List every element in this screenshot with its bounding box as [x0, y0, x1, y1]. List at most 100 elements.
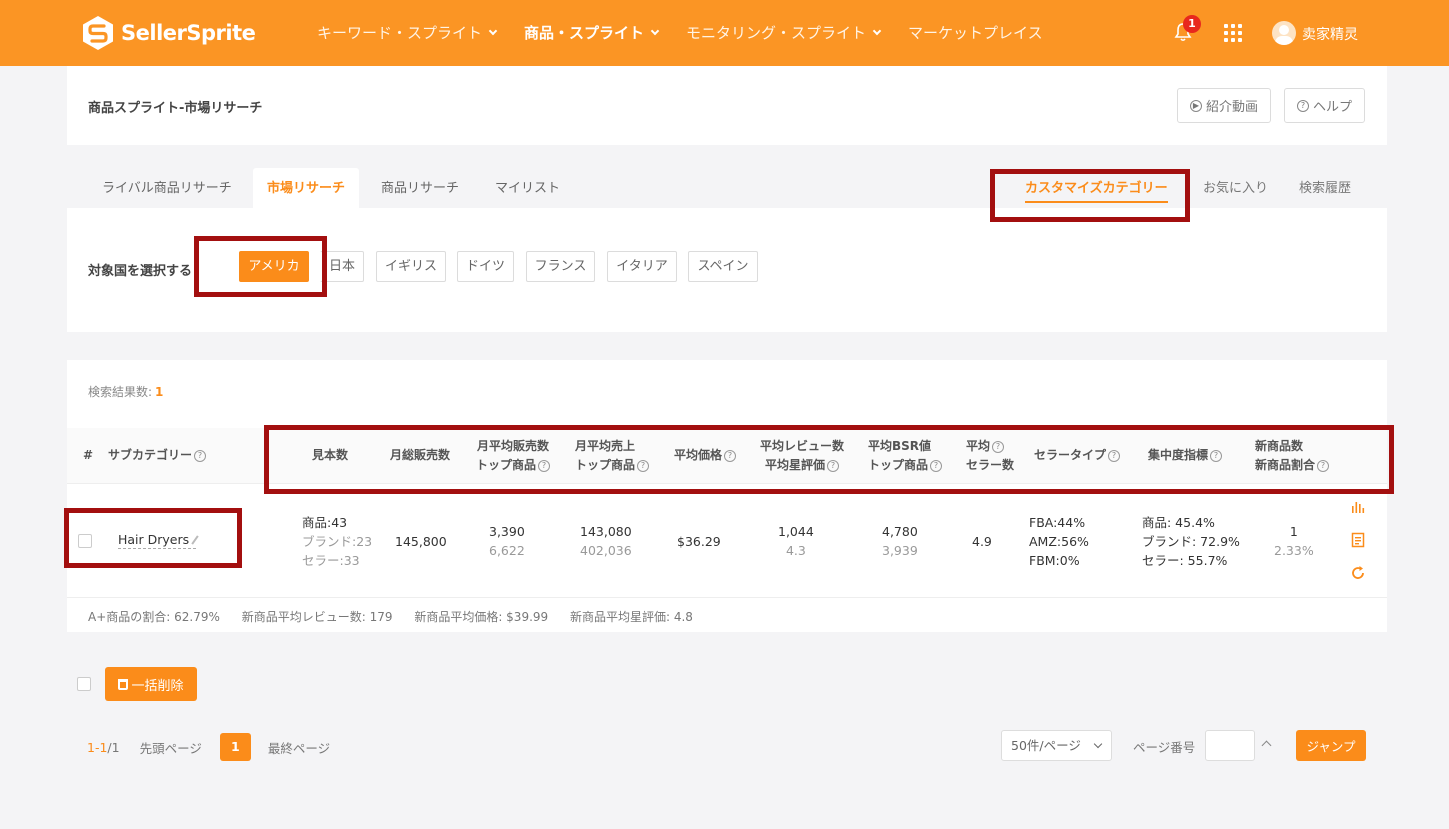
country-de-button[interactable]: ドイツ: [457, 251, 514, 282]
tab-favorites[interactable]: お気に入り: [1203, 168, 1268, 208]
avg-monthly-sales-top: 6,622: [489, 543, 525, 558]
avatar[interactable]: [1272, 21, 1296, 45]
country-selector: 対象国を選択する アメリカ 日本 イギリス ドイツ フランス イタリア スペイン: [67, 208, 1387, 332]
col-concentration[interactable]: 集中度指標?: [1148, 446, 1223, 465]
help-icon[interactable]: ?: [194, 449, 207, 462]
cell-avg-bsr: 4,780 3,939: [882, 522, 918, 560]
table-row: Hair Dryers 商品:43 ブランド:23 セラー:33 145,800…: [67, 485, 1387, 598]
document-icon[interactable]: [1350, 532, 1366, 548]
tab-my-list[interactable]: マイリスト: [481, 168, 574, 208]
help-icon[interactable]: ?: [1317, 459, 1330, 472]
help-icon[interactable]: ?: [930, 459, 943, 472]
row-summary: A+商品の割合: 62.79% 新商品平均レビュー数: 179 新商品平均価格:…: [88, 608, 711, 625]
apps-grid-icon[interactable]: [1224, 24, 1242, 42]
new-products-ratio: 2.33%: [1274, 543, 1314, 558]
notification-badge: 1: [1183, 15, 1201, 33]
new-avg-reviews: 新商品平均レビュー数: 179: [241, 610, 393, 624]
tab-custom-category[interactable]: カスタマイズカテゴリー: [1025, 168, 1168, 208]
bar-chart-icon[interactable]: [1350, 499, 1366, 515]
col-index: #: [83, 448, 94, 462]
username[interactable]: 卖家精灵: [1302, 24, 1358, 44]
help-icon[interactable]: ?: [992, 440, 1005, 453]
help-icon[interactable]: ?: [724, 449, 737, 462]
help-button[interactable]: ? ヘルプ: [1284, 88, 1366, 123]
help-icon[interactable]: ?: [1210, 449, 1223, 462]
col-avg-monthly-revenue[interactable]: 月平均売上 トップ商品?: [575, 437, 650, 475]
results-panel: 検索結果数: 1 # サブカテゴリー? 見本数 月総販売数 月平均販売数 トップ商…: [67, 360, 1387, 632]
last-page-link[interactable]: 最終ページ: [268, 738, 330, 757]
help-icon[interactable]: ?: [637, 459, 650, 472]
result-count-value: 1: [155, 385, 164, 399]
page-range: 1-1: [87, 739, 108, 755]
tab-bar: ライバル商品リサーチ 市場リサーチ 商品リサーチ マイリスト カスタマイズカテゴ…: [67, 168, 1387, 208]
help-icon[interactable]: ?: [538, 459, 551, 472]
sellersprite-logo[interactable]: SellerSprite: [81, 13, 256, 53]
nav-monitoring-sprite[interactable]: モニタリング・スプライト: [686, 22, 882, 43]
help-icon[interactable]: ?: [1108, 449, 1121, 462]
row-checkbox[interactable]: [78, 534, 92, 548]
nav-product-sprite[interactable]: 商品・スプライト: [524, 22, 660, 43]
country-it-button[interactable]: イタリア: [607, 251, 677, 282]
samples-brands: ブランド:23: [302, 534, 373, 549]
help-icon: ?: [1297, 99, 1309, 112]
col-sublabel: トップ商品: [868, 458, 929, 472]
col-subcategory[interactable]: サブカテゴリー?: [108, 446, 207, 465]
cell-new-products: 1 2.33%: [1274, 522, 1314, 560]
col-new-products[interactable]: 新商品数 新商品割合?: [1255, 437, 1330, 475]
intro-video-button[interactable]: ▶ 紹介動画: [1177, 88, 1272, 123]
edit-icon[interactable]: [191, 535, 199, 545]
nav-marketplace[interactable]: マーケットプレイス: [908, 22, 1043, 43]
pagination: 1-1/1 先頭ページ 1 最終ページ: [87, 733, 330, 761]
col-seller-type[interactable]: セラータイプ?: [1034, 446, 1121, 465]
country-es-button[interactable]: スペイン: [688, 251, 758, 282]
col-avg-sellers[interactable]: 平均? セラー数: [966, 437, 1014, 475]
jump-button[interactable]: ジャンプ: [1296, 730, 1366, 761]
new-products: 1: [1289, 524, 1298, 539]
cell-avg-monthly-sales: 3,390 6,622: [489, 522, 525, 560]
tab-rival-research[interactable]: ライバル商品リサーチ: [88, 168, 246, 208]
nav-label: モニタリング・スプライト: [686, 24, 867, 42]
country-jp-button[interactable]: 日本: [320, 251, 364, 282]
tab-product-research[interactable]: 商品リサーチ: [367, 168, 473, 208]
avg-monthly-sales: 3,390: [489, 524, 525, 539]
country-fr-button[interactable]: フランス: [526, 251, 595, 282]
col-avg-monthly-sales[interactable]: 月平均販売数 トップ商品?: [476, 437, 551, 475]
avg-monthly-revenue-top: 402,036: [580, 543, 632, 558]
samples-sellers: セラー:33: [302, 553, 360, 568]
country-label: 対象国を選択する: [88, 264, 193, 279]
chevron-up-icon[interactable]: [1261, 740, 1272, 751]
cell-avg-sellers: 4.9: [972, 534, 992, 549]
per-page-select[interactable]: 50件/ページ: [1001, 730, 1112, 761]
conc-brands: ブランド: 72.9%: [1142, 534, 1240, 549]
cell-samples: 商品:43 ブランド:23 セラー:33: [302, 513, 372, 570]
country-uk-button[interactable]: イギリス: [376, 251, 446, 282]
cell-monthly-total-sales: 145,800: [395, 534, 447, 549]
avg-bsr: 4,780: [882, 524, 918, 539]
col-label: 平均価格: [674, 448, 723, 462]
refresh-icon[interactable]: [1350, 565, 1366, 581]
help-icon[interactable]: ?: [827, 459, 840, 472]
col-avg-reviews[interactable]: 平均レビュー数 平均星評価?: [760, 437, 844, 475]
col-avg-bsr[interactable]: 平均BSR値 トップ商品?: [868, 437, 943, 475]
current-page[interactable]: 1: [219, 733, 251, 761]
tab-market-research[interactable]: 市場リサーチ: [253, 168, 360, 208]
col-monthly-total-sales[interactable]: 月総販売数: [390, 446, 450, 465]
page-header: 商品スプライト-市場リサーチ ▶ 紹介動画 ? ヘルプ: [67, 66, 1387, 145]
col-samples[interactable]: 見本数: [312, 446, 348, 465]
country-us-button[interactable]: アメリカ: [239, 251, 309, 282]
tab-search-history[interactable]: 検索履歴: [1299, 168, 1351, 208]
bulk-delete-button[interactable]: 一括削除: [105, 667, 197, 701]
subcategory-link[interactable]: Hair Dryers: [118, 532, 199, 549]
col-avg-price[interactable]: 平均価格?: [674, 446, 737, 465]
nav-keyword-sprite[interactable]: キーワード・スプライト: [317, 22, 498, 43]
chevron-down-icon: [1093, 739, 1103, 749]
col-label: 集中度指標: [1148, 448, 1209, 462]
page-number-input[interactable]: [1205, 730, 1255, 761]
page-title: 商品スプライト-市場リサーチ: [88, 101, 263, 116]
seller-amz: AMZ:56%: [1029, 534, 1089, 549]
result-count: 検索結果数: 1: [88, 383, 163, 400]
first-page-link[interactable]: 先頭ページ: [140, 738, 202, 757]
select-all-checkbox[interactable]: [77, 677, 91, 691]
avg-bsr-top: 3,939: [882, 543, 918, 558]
per-page-value: 50件/ページ: [1011, 738, 1081, 753]
